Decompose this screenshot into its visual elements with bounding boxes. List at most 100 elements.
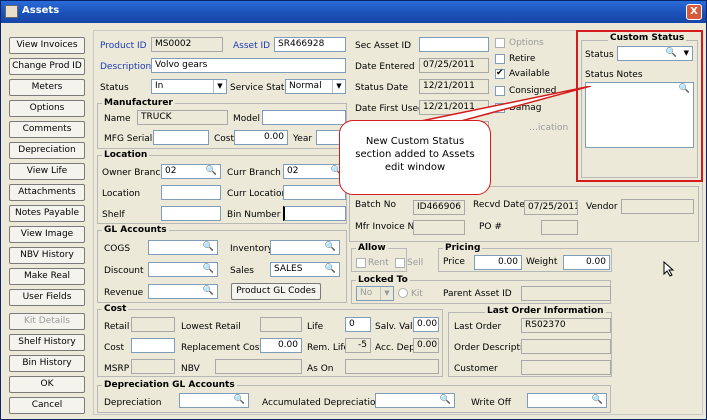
button-bin-history[interactable]: Bin History <box>9 355 85 372</box>
button-shelf-history[interactable]: Shelf History <box>9 334 85 351</box>
button-view-image[interactable]: View Image <box>9 226 85 243</box>
weight-field[interactable]: 0.00 <box>563 255 610 270</box>
search-icon[interactable]: 🔍 <box>206 166 217 177</box>
kit-label: Kit <box>411 289 423 299</box>
cogs-field[interactable]: 🔍 <box>148 240 218 255</box>
date-entered-field[interactable]: 07/25/2011 <box>419 58 489 73</box>
depreciation-field[interactable]: 🔍 <box>179 393 249 408</box>
button-view-invoices[interactable]: View Invoices <box>9 37 85 54</box>
status-notes-field[interactable]: 🔍 <box>585 82 694 148</box>
callout-box: New Custom Status section added to Asset… <box>339 120 491 195</box>
window-title: Assets <box>22 5 60 16</box>
salv-val-field[interactable]: 0.00 <box>413 317 439 332</box>
msrp-label: MSRP <box>104 364 130 374</box>
close-button[interactable]: X <box>686 4 702 20</box>
button-nbv-history[interactable]: NBV History <box>9 247 85 264</box>
discount-field[interactable]: 🔍 <box>148 262 218 277</box>
order-description-field[interactable] <box>521 339 611 354</box>
life-field[interactable]: 0 <box>345 317 371 332</box>
write-off-field[interactable]: 🔍 <box>527 393 607 408</box>
asset-id-field[interactable]: SR466928 <box>274 37 346 52</box>
search-icon[interactable]: 🔍 <box>325 242 336 253</box>
product-id-field[interactable]: MS0002 <box>151 37 223 52</box>
last-order-title: Last Order Information <box>485 306 606 316</box>
button-meters[interactable]: Meters <box>9 79 85 96</box>
mfr-name-field[interactable]: TRUCK <box>137 110 228 125</box>
revenue-field[interactable]: 🔍 <box>148 284 218 299</box>
replacement-cost-label: Replacement Cost <box>181 343 264 353</box>
button-options[interactable]: Options <box>9 100 85 117</box>
custom-status-field[interactable]: 🔍 ▼ <box>617 46 693 61</box>
chevron-down-icon: ▼ <box>380 287 393 300</box>
search-icon[interactable]: 🔍 <box>325 264 336 275</box>
location-field[interactable] <box>161 185 221 200</box>
mfg-serial-field[interactable] <box>153 130 209 145</box>
parent-asset-id-field[interactable] <box>521 286 611 301</box>
window-icon <box>5 5 18 18</box>
curr-branch-value: 02 <box>287 166 299 176</box>
product-gl-codes-button[interactable]: Product GL Codes <box>231 283 321 300</box>
description-label: Description <box>100 62 152 72</box>
button-change-prod-id[interactable]: Change Prod ID <box>9 58 85 75</box>
chevron-down-icon[interactable]: ▼ <box>684 48 689 59</box>
available-checkbox[interactable] <box>495 68 505 79</box>
rent-checkbox[interactable] <box>356 258 366 268</box>
nbv-label: NBV <box>181 364 200 374</box>
sell-checkbox[interactable] <box>395 258 405 268</box>
search-icon[interactable]: 🔍 <box>440 395 451 406</box>
button-make-real[interactable]: Make Real <box>9 268 85 285</box>
mfr-cost-label: Cost <box>214 134 235 144</box>
status-dropdown[interactable]: In ▼ <box>151 79 227 94</box>
accumulated-depreciation-field[interactable]: 🔍 <box>375 393 455 408</box>
lowest-retail-field[interactable] <box>260 317 302 332</box>
price-field[interactable]: 0.00 <box>474 255 522 270</box>
sales-field[interactable]: SALES 🔍 <box>270 262 340 277</box>
button-depreciation[interactable]: Depreciation <box>9 142 85 159</box>
customer-field[interactable] <box>521 360 611 375</box>
vendor-field[interactable] <box>621 199 694 214</box>
button-cancel[interactable]: Cancel <box>9 397 85 414</box>
cursor-icon <box>663 261 675 277</box>
button-comments[interactable]: Comments <box>9 121 85 138</box>
rem-life-field[interactable]: -5 <box>345 338 371 353</box>
owner-branch-field[interactable]: 02 🔍 <box>161 164 221 179</box>
salv-val-label: Salv. Val <box>375 322 413 332</box>
search-icon[interactable]: 🔍 <box>666 48 677 59</box>
bin-number-field[interactable] <box>283 206 346 221</box>
life-label: Life <box>307 322 324 332</box>
button-attachments[interactable]: Attachments <box>9 184 85 201</box>
kit-radio[interactable] <box>398 288 408 298</box>
search-icon[interactable]: 🔍 <box>203 286 214 297</box>
search-icon[interactable]: 🔍 <box>203 242 214 253</box>
search-icon[interactable]: 🔍 <box>234 395 245 406</box>
po-field[interactable] <box>541 220 578 235</box>
mfr-cost-field[interactable]: 0.00 <box>234 130 288 145</box>
last-order-field[interactable]: RS02370 <box>521 318 611 333</box>
cost-field[interactable] <box>131 338 175 353</box>
button-notes-payable[interactable]: Notes Payable <box>9 205 85 222</box>
mfr-invoice-field[interactable] <box>413 220 465 235</box>
button-ok[interactable]: OK <box>9 376 85 393</box>
sec-asset-id-field[interactable] <box>419 37 489 52</box>
description-field[interactable]: Volvo gears <box>151 58 346 73</box>
retail-field[interactable] <box>131 317 175 332</box>
shelf-field[interactable] <box>161 206 221 221</box>
options-checkbox[interactable] <box>495 38 505 48</box>
button-user-fields[interactable]: User Fields <box>9 289 85 306</box>
acc-dep-field[interactable]: 0.00 <box>413 338 439 353</box>
callout-text: New Custom Status section added to Asset… <box>355 136 475 173</box>
as-on-field[interactable] <box>345 359 439 374</box>
search-icon[interactable]: 🔍 <box>203 264 214 275</box>
button-kit-details[interactable]: Kit Details <box>9 313 85 330</box>
button-view-life[interactable]: View Life <box>9 163 85 180</box>
search-icon[interactable]: 🔍 <box>679 84 690 95</box>
replacement-cost-field[interactable]: 0.00 <box>260 338 302 353</box>
inventory-field[interactable]: 🔍 <box>270 240 340 255</box>
retire-checkbox[interactable] <box>495 54 505 64</box>
available-label: Available <box>509 69 550 79</box>
msrp-field[interactable] <box>131 359 175 374</box>
locked-to-dropdown[interactable]: No ▼ <box>356 286 394 301</box>
search-icon[interactable]: 🔍 <box>592 395 603 406</box>
nbv-field[interactable] <box>215 359 302 374</box>
inventory-label: Inventory <box>230 244 273 254</box>
